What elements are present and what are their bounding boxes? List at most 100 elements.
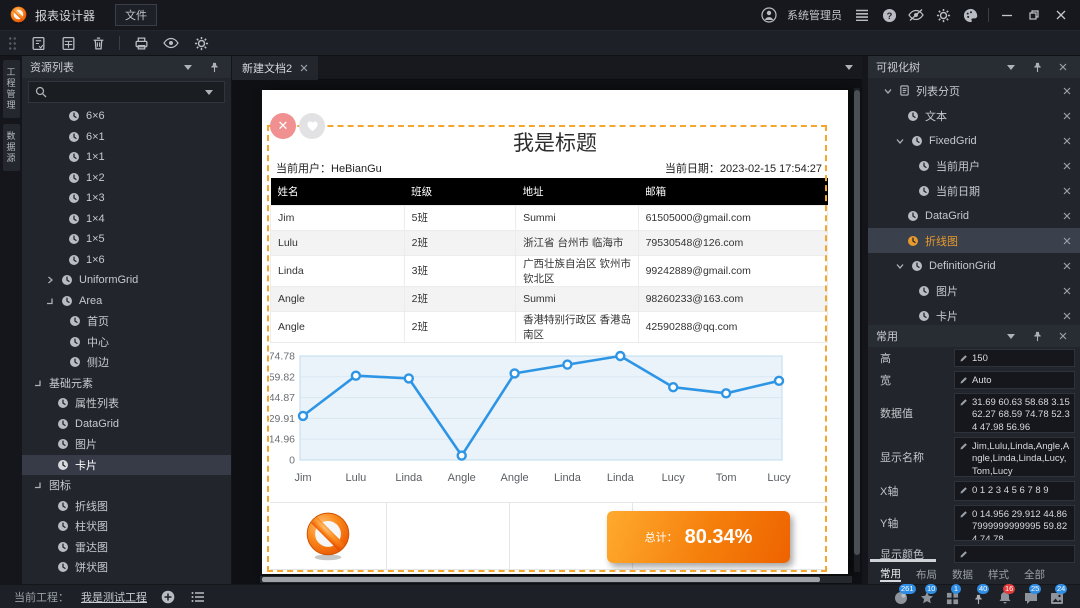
visual-tree-item[interactable]: FixedGrid — [868, 128, 1080, 153]
save-document-icon[interactable] — [29, 33, 47, 53]
delete-trash-icon[interactable] — [89, 33, 107, 53]
status-list-icon[interactable] — [189, 587, 207, 607]
property-tab-常用[interactable]: 常用 — [880, 566, 901, 582]
resource-item[interactable]: 图标 — [22, 475, 231, 496]
pin-icon[interactable] — [1028, 326, 1046, 346]
add-circle-icon[interactable] — [159, 587, 177, 607]
grid-cell-image[interactable] — [270, 503, 387, 569]
chevron-down-icon[interactable] — [845, 65, 862, 70]
property-tab-数据[interactable]: 数据 — [952, 567, 973, 582]
chevron-down-icon[interactable] — [200, 82, 218, 102]
visual-tree-item[interactable]: 卡片 — [868, 303, 1080, 325]
property-value-field[interactable]: 31.69 60.63 58.68 3.15 62.27 68.59 74.78… — [954, 393, 1075, 433]
horizontal-scrollbar[interactable] — [260, 576, 852, 583]
visual-tree-item[interactable]: 当前用户 — [868, 153, 1080, 178]
property-value-field[interactable] — [954, 545, 1075, 563]
close-panel-icon[interactable] — [1054, 57, 1072, 77]
resource-item[interactable]: 图片 — [22, 434, 231, 455]
expander-expanded-icon[interactable] — [33, 379, 43, 387]
vertical-scrollbar[interactable] — [854, 88, 860, 572]
chevron-down-icon[interactable] — [179, 57, 197, 77]
report-page[interactable]: 我是标题 当前用户：HeBianGu 当前日期：2023-02-15 17:54… — [262, 90, 848, 574]
preview-eye-icon[interactable] — [162, 33, 180, 53]
grid-icon[interactable]: 1 — [943, 588, 962, 605]
report-table[interactable]: 姓名班级地址邮箱Jim5班Summi61505000@gmail.comLulu… — [270, 178, 828, 343]
resource-item[interactable]: DataGrid — [22, 414, 231, 435]
expander-expanded-icon[interactable] — [895, 137, 905, 145]
bell-icon[interactable]: 16 — [995, 588, 1014, 605]
remove-item-icon[interactable] — [1063, 212, 1071, 220]
resource-item[interactable]: 1×3 — [22, 188, 231, 209]
menu-list-icon[interactable] — [853, 5, 871, 25]
expander-expanded-icon[interactable] — [883, 87, 893, 95]
resource-search-input[interactable] — [53, 86, 194, 98]
resource-item[interactable]: 饼状图 — [22, 557, 231, 578]
resource-item[interactable]: 卡片 — [22, 455, 231, 476]
resource-item[interactable]: 折线图 — [22, 496, 231, 517]
remove-item-icon[interactable] — [1063, 187, 1071, 195]
print-icon[interactable] — [132, 33, 150, 53]
visual-tree-item[interactable]: 折线图 — [868, 228, 1080, 253]
resource-item[interactable]: 1×5 — [22, 229, 231, 250]
property-value-field[interactable]: 150 — [954, 349, 1075, 367]
minimize-button[interactable] — [998, 5, 1016, 25]
visual-tree-item[interactable]: DefinitionGrid — [868, 253, 1080, 278]
table-row[interactable]: Lulu2班浙江省 台州市 临海市79530548@126.com — [271, 230, 828, 255]
resource-item[interactable]: 基础元素 — [22, 373, 231, 394]
panel-scrollbar[interactable] — [870, 559, 936, 562]
grid-cell[interactable] — [387, 503, 510, 569]
visual-tree-item[interactable]: 图片 — [868, 278, 1080, 303]
remove-item-icon[interactable] — [1063, 137, 1071, 145]
settings-gear-icon[interactable] — [934, 5, 952, 25]
remove-item-icon[interactable] — [1063, 162, 1071, 170]
side-tab-project[interactable]: 工程管理 — [3, 60, 20, 118]
chevron-down-icon[interactable] — [1002, 326, 1020, 346]
property-tab-布局[interactable]: 布局 — [916, 567, 937, 582]
remove-item-icon[interactable] — [1063, 237, 1071, 245]
scrollbar-thumb[interactable] — [262, 577, 820, 582]
table-row[interactable]: Angle2班香港特别行政区 香港岛 南区42590288@qq.com — [271, 311, 828, 342]
document-tab[interactable]: 新建文档2 — [232, 56, 318, 80]
total-card[interactable]: 总计： 80.34% — [607, 511, 790, 563]
eye-off-icon[interactable] — [907, 5, 925, 25]
remove-item-icon[interactable] — [1063, 112, 1071, 120]
visual-tree-item[interactable]: 文本 — [868, 103, 1080, 128]
property-tab-样式[interactable]: 样式 — [988, 567, 1009, 582]
remove-item-icon[interactable] — [1063, 312, 1071, 320]
expander-expanded-icon[interactable] — [45, 297, 55, 305]
report-title[interactable]: 我是标题 — [262, 127, 848, 157]
resource-item[interactable]: 侧边 — [22, 352, 231, 373]
help-icon[interactable]: ? — [880, 5, 898, 25]
resource-item[interactable]: 雷达图 — [22, 537, 231, 558]
delete-element-button[interactable]: ✕ — [270, 113, 296, 139]
toolbar-grip-handle[interactable] — [8, 36, 17, 51]
property-tab-全部[interactable]: 全部 — [1024, 567, 1045, 582]
pin-icon[interactable]: 40 — [969, 588, 988, 605]
visual-tree-item[interactable]: 当前日期 — [868, 178, 1080, 203]
resource-item[interactable]: 1×6 — [22, 250, 231, 271]
current-user-field[interactable]: 当前用户：HeBianGu — [276, 160, 382, 176]
remove-item-icon[interactable] — [1063, 287, 1071, 295]
expander-expanded-icon[interactable] — [33, 481, 43, 489]
close-button[interactable] — [1052, 5, 1070, 25]
resource-item[interactable]: Area — [22, 291, 231, 312]
user-avatar-icon[interactable] — [760, 5, 778, 25]
project-name-link[interactable]: 我是测试工程 — [81, 589, 147, 605]
scrollbar-thumb[interactable] — [854, 90, 860, 555]
property-value-field[interactable]: Jim,Lulu,Linda,Angle,Angle,Linda,Linda,L… — [954, 437, 1075, 477]
chevron-down-icon[interactable] — [1002, 57, 1020, 77]
theme-palette-icon[interactable] — [961, 5, 979, 25]
resource-item[interactable]: 6×1 — [22, 127, 231, 148]
resource-item[interactable]: 柱状图 — [22, 516, 231, 537]
resource-item[interactable]: 中心 — [22, 332, 231, 353]
expander-collapsed-icon[interactable] — [45, 276, 55, 284]
toolbar-settings-icon[interactable] — [192, 33, 210, 53]
resource-item[interactable]: UniformGrid — [22, 270, 231, 291]
visual-tree-item[interactable]: 列表分页 — [868, 78, 1080, 103]
resource-item[interactable]: 属性列表 — [22, 393, 231, 414]
close-tab-icon[interactable] — [300, 64, 308, 72]
star-icon[interactable]: 10 — [917, 588, 936, 605]
maximize-button[interactable] — [1025, 5, 1043, 25]
table-row[interactable]: Linda3班广西壮族自治区 钦州市 钦北区99242889@gmail.com — [271, 255, 828, 286]
property-value-field[interactable]: 0 14.956 29.912 44.867999999999995 59.82… — [954, 505, 1075, 541]
